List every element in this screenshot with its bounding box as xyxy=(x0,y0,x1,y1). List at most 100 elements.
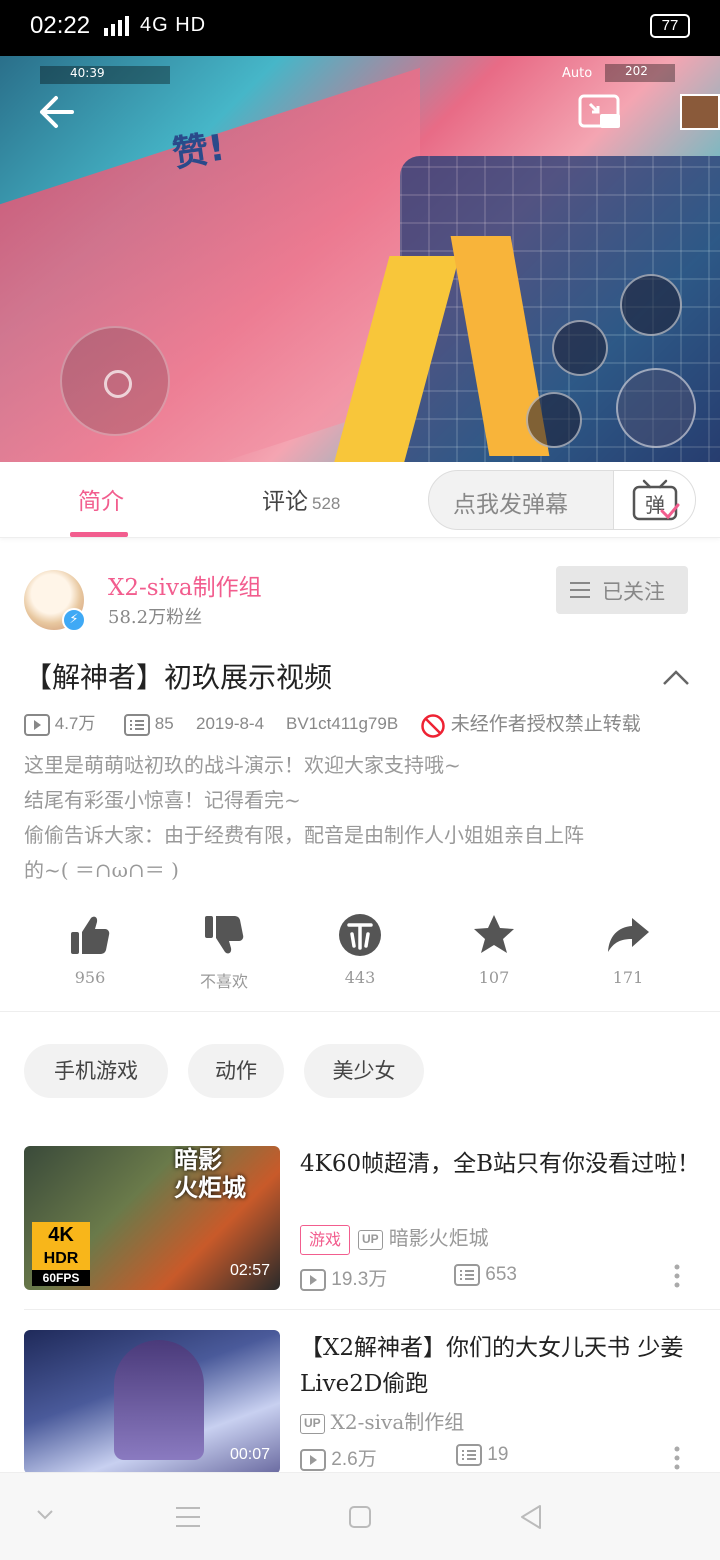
dislike-button[interactable]: 不喜欢 xyxy=(174,912,274,992)
home-square-icon[interactable] xyxy=(348,1505,372,1529)
related-uploader-line: UP X2-siva制作组 xyxy=(300,1406,464,1435)
video-duration: 02:57 xyxy=(229,1262,270,1279)
video-description: 这里是萌萌哒初玖的战斗演示！欢迎大家支持哦~ 结尾有彩蛋小惊喜！记得看完~ 偷偷… xyxy=(24,748,704,888)
danmaku-placeholder: 点我发弹幕 xyxy=(453,492,568,518)
back-triangle-icon[interactable] xyxy=(518,1503,544,1531)
back-arrow-icon[interactable] xyxy=(36,92,76,132)
thumbs-down-icon xyxy=(205,916,244,954)
chevron-down-icon[interactable] xyxy=(36,1509,54,1521)
status-network-label: 4G HD xyxy=(140,14,207,36)
related-danmaku: 19 xyxy=(487,1444,509,1466)
more-vertical-icon[interactable] xyxy=(674,1446,680,1470)
danmaku-tv-icon: 弹 xyxy=(632,479,680,521)
uploader-fans: 58.2万粉丝 xyxy=(108,607,203,628)
dislike-label: 不喜欢 xyxy=(199,972,248,991)
danmaku-icon xyxy=(454,1264,480,1286)
tag-chip[interactable]: 美少女 xyxy=(304,1044,424,1098)
share-button[interactable]: 171 xyxy=(578,912,678,987)
video-skill-button xyxy=(526,392,582,448)
related-title[interactable]: 4K60帧超清，全B站只有你没看过啦！ xyxy=(300,1146,700,1182)
badge-4k: 4K xyxy=(32,1222,90,1248)
video-skill-button xyxy=(552,320,608,376)
related-uploader: X2-siva制作组 xyxy=(330,1410,465,1434)
uploader-avatar[interactable]: ⚡ xyxy=(24,570,86,632)
comment-count: 528 xyxy=(312,494,341,513)
thumb-character xyxy=(114,1340,204,1460)
play-icon xyxy=(300,1268,326,1291)
tab-comments[interactable]: 评论 528 xyxy=(262,482,340,516)
up-badge-icon: UP xyxy=(300,1413,325,1434)
play-count: 4.7万 xyxy=(24,710,95,738)
danmaku-icon xyxy=(456,1444,482,1466)
related-danmaku-count: 19 xyxy=(456,1444,508,1466)
follow-button[interactable]: 已关注 xyxy=(556,566,688,614)
related-plays: 19.3万 xyxy=(331,1269,388,1290)
video-skill-button xyxy=(620,274,682,336)
video-title: 【解神者】初玖展示视频 xyxy=(24,661,333,694)
danmaku-icon xyxy=(124,713,150,736)
related-play-count: 19.3万 xyxy=(300,1264,387,1291)
video-duration: 00:07 xyxy=(229,1446,270,1463)
like-count: 956 xyxy=(74,968,106,987)
description-line: 的~( ＝∩ω∩＝ ) xyxy=(24,858,179,882)
repost-notice-text: 未经作者授权禁止转载 xyxy=(450,713,641,735)
favorite-count: 107 xyxy=(478,968,510,987)
related-title[interactable]: 【X2解神者】你们的大女儿天书 少姜Live2D偷跑 xyxy=(300,1330,700,1402)
related-thumbnail[interactable]: 暗影 火炬城 4K HDR 60FPS 02:57 xyxy=(24,1146,280,1290)
video-joystick xyxy=(60,326,170,436)
play-count-value: 4.7万 xyxy=(54,714,96,733)
danmaku-toggle-button[interactable]: 弹 xyxy=(613,471,695,529)
category-badge: 游戏 xyxy=(300,1224,351,1255)
uploader-name[interactable]: X2-siva制作组 xyxy=(108,568,262,602)
related-plays: 2.6万 xyxy=(331,1449,377,1470)
danmaku-count-value: 85 xyxy=(154,714,174,733)
divider xyxy=(24,1309,720,1310)
recents-menu-icon[interactable] xyxy=(174,1505,202,1529)
video-hud-auto: Auto xyxy=(562,66,593,81)
video-hud-coins: 202 xyxy=(605,64,675,82)
video-player[interactable]: 赞! 40:39 Auto 202 xyxy=(0,56,720,462)
related-danmaku: 653 xyxy=(485,1264,517,1286)
description-line: 这里是萌萌哒初玖的战斗演示！欢迎大家支持哦~ xyxy=(24,753,461,777)
picture-in-picture-icon[interactable] xyxy=(578,94,622,130)
no-repost-icon xyxy=(421,713,445,738)
tab-comments-label: 评论 xyxy=(262,489,308,515)
tag-chip[interactable]: 动作 xyxy=(188,1044,284,1098)
status-network: 4G HD xyxy=(100,14,206,37)
repost-notice: 未经作者授权禁止转载 xyxy=(420,710,641,739)
tab-intro[interactable]: 简介 xyxy=(70,482,128,537)
tab-intro-label: 简介 xyxy=(78,489,124,515)
related-thumbnail[interactable]: 00:07 xyxy=(24,1330,280,1474)
up-badge-icon: UP xyxy=(358,1229,383,1250)
coin-count: 443 xyxy=(344,968,376,987)
player-avatar-thumb xyxy=(680,94,720,130)
status-bar: 02:22 4G HD 77 xyxy=(0,0,720,56)
signal-icon xyxy=(104,15,129,36)
more-vertical-icon[interactable] xyxy=(674,1264,680,1288)
danmaku-count: 85 xyxy=(124,710,174,738)
coin-icon xyxy=(339,914,381,956)
related-video-item[interactable]: 00:07 【X2解神者】你们的大女儿天书 少姜Live2D偷跑 UP X2-si… xyxy=(24,1330,720,1490)
related-video-item[interactable]: 暗影 火炬城 4K HDR 60FPS 02:57 4K60帧超清，全B站只有你… xyxy=(24,1146,720,1306)
thumb-title-text: 暗影 火炬城 xyxy=(174,1146,246,1202)
video-hud-left: 40:39 xyxy=(40,66,170,84)
follow-label: 已关注 xyxy=(602,580,665,604)
coin-button[interactable]: 443 xyxy=(310,912,410,987)
video-attack-button xyxy=(616,368,696,448)
favorite-button[interactable]: 107 xyxy=(444,912,544,987)
danmaku-icon-glyph: 弹 xyxy=(645,493,665,517)
bvid: BV1ct411g79B xyxy=(286,714,399,733)
tag-chip[interactable]: 手机游戏 xyxy=(24,1044,168,1098)
badge-fps: 60FPS xyxy=(32,1270,90,1286)
share-count: 171 xyxy=(612,968,644,987)
chevron-up-icon[interactable] xyxy=(662,668,690,688)
related-uploader: 暗影火炬城 xyxy=(388,1226,489,1250)
description-line: 结尾有彩蛋小惊喜！记得看完~ xyxy=(24,788,301,812)
danmaku-input[interactable]: 点我发弹幕 弹 xyxy=(428,470,696,530)
related-uploader-line: 游戏 UP 暗影火炬城 xyxy=(300,1222,489,1255)
like-button[interactable]: 956 xyxy=(40,912,140,987)
video-praise-text: 赞! xyxy=(169,127,228,176)
star-icon xyxy=(474,915,514,953)
publish-date: 2019-8-4 xyxy=(196,714,265,733)
related-danmaku-count: 653 xyxy=(454,1264,517,1286)
